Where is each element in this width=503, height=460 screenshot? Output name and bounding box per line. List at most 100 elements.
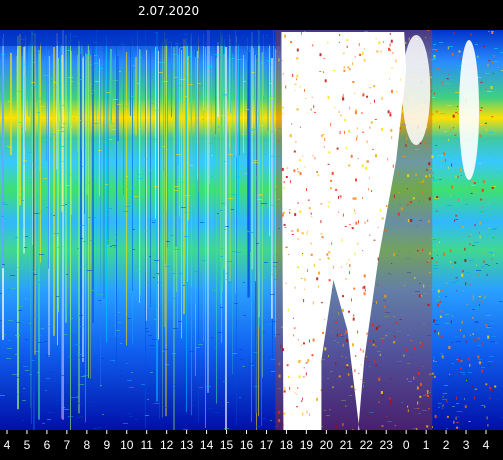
noise-speck [0, 293, 2, 294]
burst-speck [346, 45, 348, 48]
burst-speck [297, 339, 299, 341]
burst-speck [390, 400, 391, 404]
burst-speck [443, 332, 444, 335]
noise-speck [254, 177, 259, 178]
noise-speck [67, 81, 70, 82]
burst-speck [278, 140, 280, 142]
noise-speck [53, 215, 55, 216]
noise-speck [270, 274, 274, 275]
burst-speck [435, 210, 438, 212]
burst-speck [434, 330, 436, 333]
burst-speck [393, 194, 395, 198]
burst-speck [451, 266, 453, 268]
title-bar: 2.07.2020 [0, 0, 503, 30]
noise-speck [65, 204, 67, 205]
burst-speck [437, 303, 439, 307]
burst-speck [470, 233, 472, 236]
burst-speck [419, 395, 422, 398]
burst-speck [297, 171, 300, 173]
burst-speck [342, 343, 344, 347]
burst-speck [355, 178, 357, 182]
burst-speck [487, 63, 489, 67]
noise-streak [155, 47, 156, 219]
burst-speck [323, 57, 326, 59]
burst-speck [390, 112, 392, 113]
noise-speck [120, 375, 122, 376]
burst-speck [428, 271, 431, 273]
burst-speck [327, 96, 330, 100]
burst-speck [346, 338, 349, 342]
burst-speck [489, 397, 491, 400]
burst-speck [466, 380, 467, 381]
burst-speck [378, 401, 380, 404]
burst-speck [283, 390, 286, 393]
x-tick-label: 2 [443, 438, 450, 452]
noise-speck [15, 354, 18, 355]
noise-speck [109, 139, 112, 140]
burst-speck [446, 399, 448, 403]
noise-speck [62, 161, 65, 162]
noise-speck [118, 312, 120, 313]
burst-speck [328, 251, 331, 254]
burst-speck [350, 385, 353, 388]
noise-streak [88, 44, 89, 378]
burst-speck [460, 367, 463, 370]
burst-speck [478, 296, 481, 298]
noise-speck [468, 372, 472, 373]
burst-speck [357, 242, 359, 245]
burst-speck [422, 365, 424, 367]
noise-speck [100, 385, 102, 386]
burst-speck [464, 259, 467, 262]
burst-speck [488, 227, 490, 229]
noise-speck [488, 361, 493, 362]
noise-speck [116, 237, 119, 238]
burst-speck [399, 127, 401, 130]
noise-speck [494, 61, 498, 62]
burst-speck [472, 295, 474, 299]
burst-speck [350, 154, 353, 158]
burst-speck [479, 303, 481, 306]
noise-speck [445, 83, 450, 84]
noise-streak [103, 44, 105, 299]
burst-speck [444, 159, 446, 163]
noise-speck [45, 390, 47, 391]
burst-speck [373, 359, 375, 363]
noise-speck [185, 195, 190, 196]
noise-speck [487, 91, 492, 92]
noise-streak [106, 36, 107, 343]
noise-speck [3, 334, 6, 335]
burst-speck [370, 102, 372, 104]
burst-speck [354, 252, 356, 256]
burst-speck [366, 159, 368, 163]
burst-speck [376, 50, 379, 53]
burst-speck [332, 386, 334, 389]
burst-speck [314, 111, 316, 113]
burst-speck [424, 142, 427, 145]
noise-speck [75, 317, 79, 318]
noise-speck [474, 235, 477, 236]
noise-speck [220, 115, 225, 116]
burst-speck [380, 50, 382, 53]
noise-speck [433, 265, 438, 266]
noise-streak [216, 58, 217, 404]
noise-speck [496, 263, 498, 264]
noise-speck [23, 160, 27, 161]
burst-speck [439, 315, 442, 318]
burst-speck [380, 391, 383, 394]
noise-speck [53, 87, 57, 88]
noise-speck [64, 409, 69, 410]
noise-speck [231, 58, 235, 59]
noise-streak [130, 47, 131, 116]
burst-speck [445, 282, 448, 284]
noise-speck [468, 266, 471, 267]
noise-speck [175, 77, 177, 78]
noise-speck [113, 80, 118, 81]
noise-speck [259, 194, 263, 195]
burst-speck [487, 335, 490, 339]
noise-speck [215, 412, 220, 413]
noise-speck [102, 414, 104, 415]
noise-speck [93, 217, 96, 218]
noise-speck [16, 377, 21, 378]
noise-speck [87, 84, 92, 85]
burst-speck [466, 303, 468, 305]
